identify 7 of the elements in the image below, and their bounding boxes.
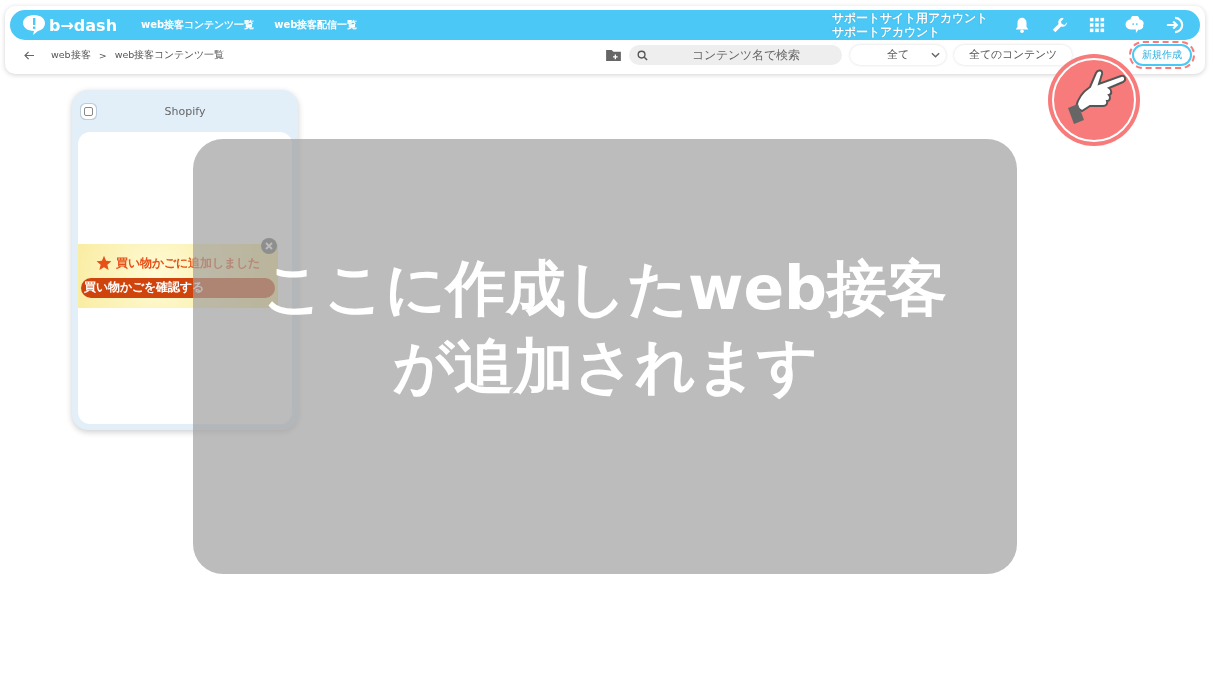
- card-title: Shopify: [164, 104, 206, 118]
- account-name: サポートアカウント: [832, 25, 941, 39]
- logo-text: b→dash: [49, 15, 118, 35]
- breadcrumb-current: web接客コンテンツ一覧: [114, 48, 225, 62]
- breadcrumb-separator: >: [98, 49, 107, 61]
- overlay-text: が追加されます: [392, 329, 818, 403]
- account-name: サポートサイト用アカウント: [832, 11, 988, 25]
